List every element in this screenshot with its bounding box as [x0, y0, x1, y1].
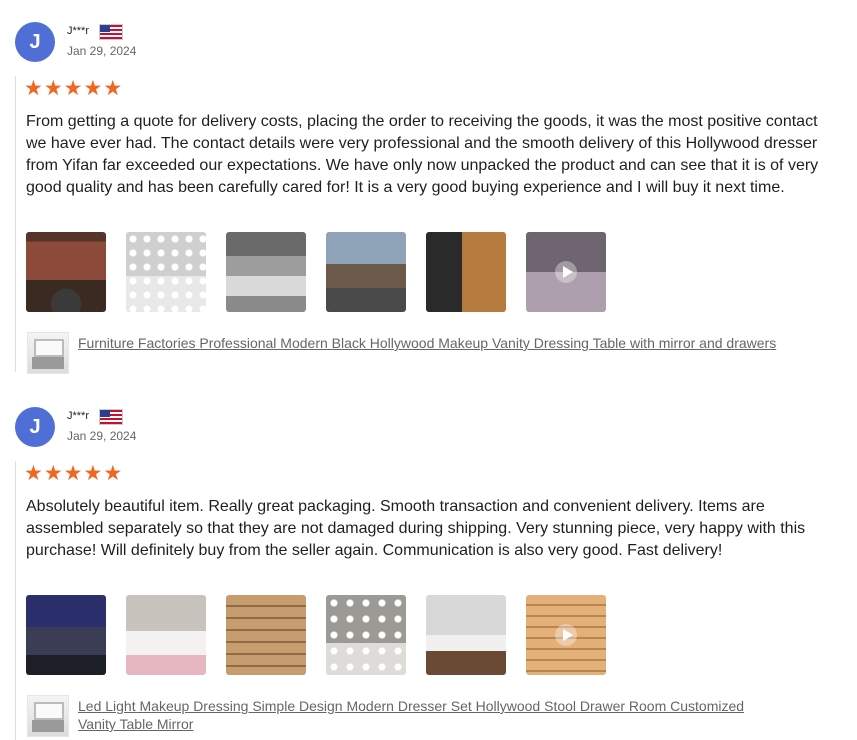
- review-text: From getting a quote for delivery costs,…: [26, 113, 819, 196]
- star-icon: ★: [83, 462, 103, 485]
- review-photo[interactable]: [326, 232, 406, 312]
- review-photo[interactable]: [326, 595, 406, 675]
- star-icon: ★: [24, 77, 43, 100]
- product-link[interactable]: Furniture Factories Professional Modern …: [78, 334, 778, 352]
- reviewer-name: J***r: [67, 25, 90, 37]
- star-rating: ★ ★ ★ ★ ★: [24, 78, 122, 99]
- star-rating: ★ ★ ★ ★ ★: [24, 463, 122, 484]
- reviewer-name: J***r: [67, 410, 90, 422]
- star-icon: ★: [43, 77, 63, 100]
- review-photo[interactable]: [126, 595, 206, 675]
- product-thumbnail[interactable]: [27, 332, 69, 374]
- star-icon: ★: [24, 462, 43, 485]
- review-photo[interactable]: [126, 232, 206, 312]
- product-link[interactable]: Led Light Makeup Dressing Simple Design …: [78, 697, 778, 733]
- avatar: J: [15, 407, 55, 447]
- star-icon: ★: [103, 77, 123, 100]
- review-divider: [15, 76, 16, 372]
- review-video[interactable]: [526, 232, 606, 312]
- review-photos: [26, 232, 606, 312]
- play-icon[interactable]: [555, 624, 577, 646]
- star-icon: ★: [83, 77, 103, 100]
- avatar: J: [15, 22, 55, 62]
- review-photo[interactable]: [26, 232, 106, 312]
- review-date: Jan 29, 2024: [67, 429, 137, 443]
- review-photo[interactable]: [426, 232, 506, 312]
- star-icon: ★: [43, 462, 63, 485]
- review-divider: [15, 461, 16, 740]
- us-flag-icon: [99, 409, 123, 425]
- review-photos: [26, 595, 606, 675]
- review-date: Jan 29, 2024: [67, 44, 137, 58]
- product-thumbnail[interactable]: [27, 695, 69, 737]
- play-icon[interactable]: [555, 261, 577, 283]
- review-photo[interactable]: [26, 595, 106, 675]
- star-icon: ★: [63, 77, 83, 100]
- review-text: Absolutely beautiful item. Really great …: [26, 498, 806, 559]
- review-video[interactable]: [526, 595, 606, 675]
- star-icon: ★: [103, 462, 123, 485]
- star-icon: ★: [63, 462, 83, 485]
- review-photo[interactable]: [226, 232, 306, 312]
- review-photo[interactable]: [426, 595, 506, 675]
- review-photo[interactable]: [226, 595, 306, 675]
- us-flag-icon: [99, 24, 123, 40]
